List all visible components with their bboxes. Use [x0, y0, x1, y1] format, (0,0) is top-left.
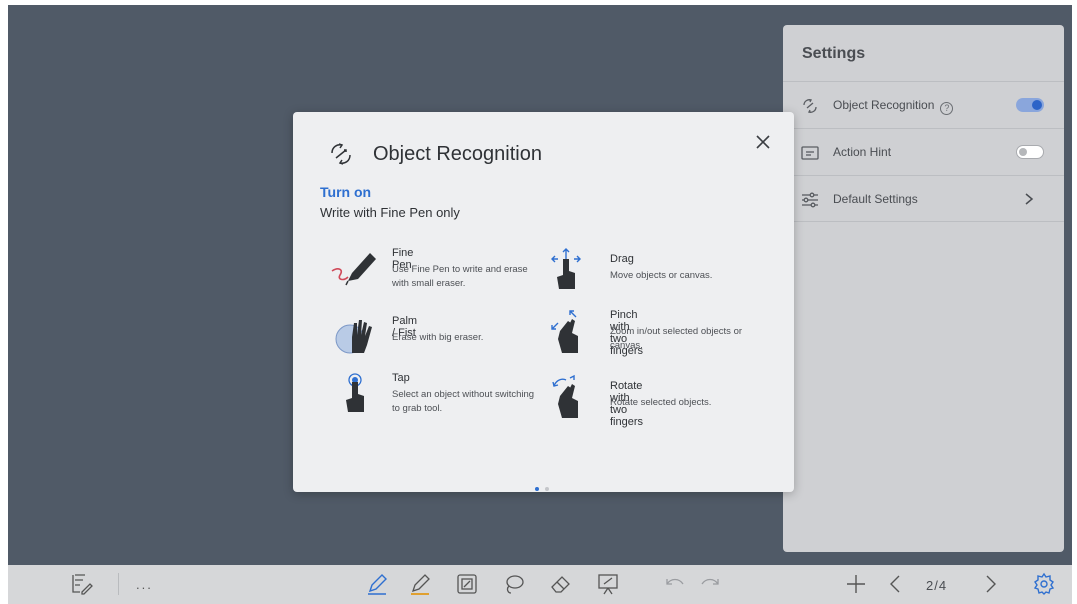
prev-page-button[interactable]: [884, 572, 908, 596]
eraser-icon: [551, 576, 570, 593]
page-dot[interactable]: [545, 487, 549, 491]
object-recognition-icon: [803, 99, 817, 113]
gesture-desc: Move objects or canvas.: [610, 270, 713, 281]
page-dot-active[interactable]: [535, 487, 539, 491]
redo-button[interactable]: [698, 572, 722, 596]
toolbar-divider: [118, 573, 119, 595]
object-recognition-dialog: Object Recognition Turn on Write with Fi…: [293, 112, 794, 492]
page-indicator: [535, 478, 555, 496]
object-recognition-toggle[interactable]: [1016, 98, 1044, 112]
settings-row-default-settings[interactable]: Default Settings: [783, 175, 1064, 222]
palm-icon: [335, 320, 372, 354]
gesture-desc: Erase with big eraser.: [392, 332, 484, 343]
highlighter-icon: [411, 574, 430, 595]
chevron-right-icon: [1025, 193, 1034, 205]
help-icon[interactable]: ?: [940, 102, 954, 115]
chevron-right-icon: [986, 575, 996, 593]
pen-icon: [368, 574, 387, 595]
next-page-button[interactable]: [978, 572, 1002, 596]
gesture-title: Tap: [392, 372, 410, 384]
lasso-icon: [506, 575, 524, 594]
turn-on-heading: Turn on: [320, 184, 372, 200]
sliders-icon: [802, 192, 818, 208]
presentation-button[interactable]: [596, 572, 620, 596]
gesture-desc: Zoom in/out selected objects or canvas.: [610, 326, 743, 351]
pinch-icon: [551, 310, 578, 353]
settings-title: Settings: [802, 45, 866, 62]
gesture-title: Drag: [610, 253, 634, 265]
notes-edit-icon: [72, 574, 93, 595]
action-hint-icon: [801, 146, 819, 160]
chevron-left-icon: [890, 575, 900, 593]
plus-icon: [847, 575, 865, 593]
page-number: 2/4: [926, 578, 948, 593]
object-recognition-icon: [331, 143, 351, 165]
dialog-title: Object Recognition: [373, 143, 542, 165]
redo-icon: [701, 578, 719, 585]
settings-row-object-recognition[interactable]: Object Recognition?: [783, 81, 1064, 128]
dialog-subtitle: Write with Fine Pen only: [320, 205, 460, 220]
tap-icon: [346, 373, 364, 412]
eraser-button[interactable]: [549, 572, 573, 596]
undo-icon: [666, 578, 684, 585]
action-hint-toggle[interactable]: [1016, 145, 1044, 159]
rotate-icon: [552, 374, 578, 418]
drag-icon: [551, 248, 581, 289]
notes-button[interactable]: [70, 572, 94, 596]
gesture-desc: Use Fine Pen to write and erase with sma…: [392, 264, 528, 289]
gesture-desc: Rotate selected objects.: [610, 397, 712, 408]
bottom-toolbar: ... 2/4: [8, 565, 1072, 604]
pen-button[interactable]: [365, 572, 389, 596]
settings-panel: Settings Object Recognition? Action Hint…: [783, 25, 1064, 552]
undo-button[interactable]: [663, 572, 687, 596]
gesture-desc: Select an object without switching to gr…: [392, 389, 535, 414]
settings-button[interactable]: [1032, 572, 1056, 596]
lasso-button[interactable]: [502, 572, 526, 596]
gear-icon: [1033, 572, 1055, 595]
settings-row-action-hint[interactable]: Action Hint: [783, 128, 1064, 175]
presentation-icon: [598, 574, 618, 595]
action-hint-label: Action Hint: [833, 145, 892, 159]
highlighter-button[interactable]: [408, 572, 432, 596]
shape-icon: [457, 574, 477, 594]
default-settings-label: Default Settings: [833, 192, 918, 206]
pen-icon: [331, 253, 376, 286]
shape-recognition-button[interactable]: [455, 572, 479, 596]
more-button[interactable]: ...: [136, 577, 160, 601]
close-icon[interactable]: [755, 134, 771, 150]
add-page-button[interactable]: [844, 572, 868, 596]
object-recognition-label: Object Recognition: [833, 98, 935, 112]
